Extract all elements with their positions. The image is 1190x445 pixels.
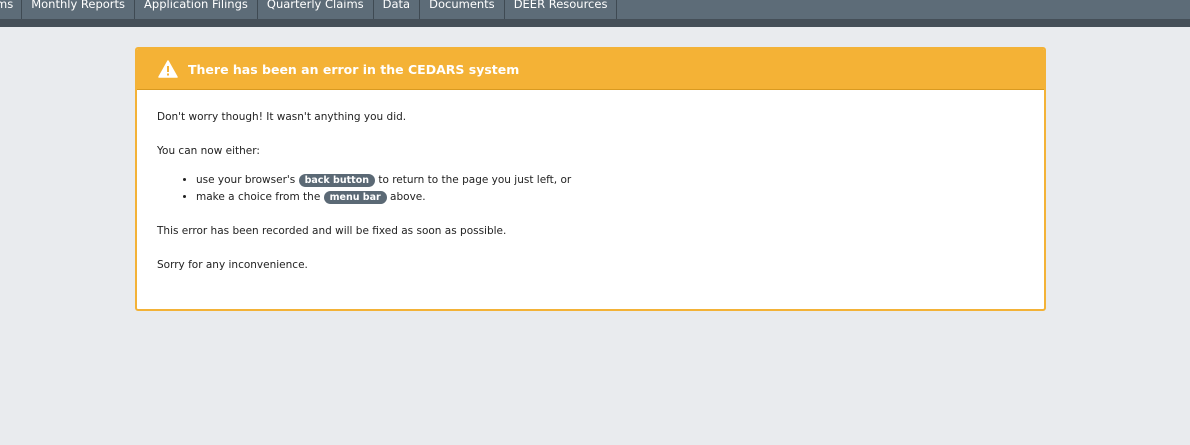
error-panel-header: There has been an error in the CEDARS sy… (137, 49, 1044, 90)
error-panel-body: Don't worry though! It wasn't anything y… (137, 90, 1044, 272)
nav-item-truncated[interactable]: ms (0, 0, 23, 19)
nav-item-data[interactable]: Data (374, 0, 421, 19)
nav-item-documents[interactable]: Documents (420, 0, 505, 19)
back-button-pill: back button (298, 174, 375, 187)
nav-item-monthly-reports[interactable]: Monthly Reports (22, 0, 136, 19)
list-item-text: use your browser's (196, 174, 299, 186)
list-item: make a choice from the menu bar above. (196, 189, 1024, 206)
top-menu-bar: ms Monthly Reports Application Filings Q… (0, 0, 1190, 27)
error-panel-title: There has been an error in the CEDARS sy… (188, 61, 520, 77)
list-item: use your browser's back button to return… (196, 172, 1024, 189)
warning-icon (158, 60, 178, 78)
options-list: use your browser's back button to return… (157, 172, 1024, 206)
apology-text: Sorry for any inconvenience. (157, 259, 308, 271)
list-item-text: to return to the page you just left, or (374, 174, 572, 186)
list-item-text: make a choice from the (196, 191, 324, 203)
options-intro-text: You can now either: (157, 145, 260, 157)
nav-item-deer-resources[interactable]: DEER Resources (505, 0, 618, 19)
menu-bar-pill: menu bar (323, 191, 387, 204)
error-panel: There has been an error in the CEDARS sy… (135, 47, 1046, 311)
reassurance-text: Don't worry though! It wasn't anything y… (157, 111, 407, 123)
list-item-text: above. (386, 191, 426, 203)
nav-item-application-filings[interactable]: Application Filings (135, 0, 258, 19)
nav-item-quarterly-claims[interactable]: Quarterly Claims (258, 0, 374, 19)
error-recorded-text: This error has been recorded and will be… (157, 225, 507, 237)
